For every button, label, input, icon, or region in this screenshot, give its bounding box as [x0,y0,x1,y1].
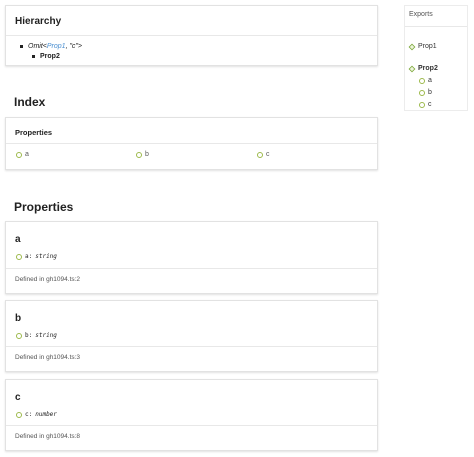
property-title: c [15,392,21,403]
property-icon [16,332,22,339]
interface-icon [408,43,416,50]
sidebar-subitem-label: c [428,101,432,108]
property-icon [16,411,22,418]
omit-prefix: Omit< [28,43,47,50]
index-card: Properties a b c [5,117,378,170]
sidebar-item-prop2[interactable]: Prop2 [408,65,438,72]
bullet-icon [32,54,35,58]
sidebar-subitem-label: a [428,77,432,84]
sidebar-item-label: Prop2 [418,65,438,72]
signature-type: string [35,332,57,339]
interface-icon [408,65,416,72]
index-link-label: c [266,151,270,158]
divider [6,35,377,36]
property-card-c: c c: number Defined in gh1094.ts:8 [5,379,378,451]
property-title: b [15,313,22,324]
prop1-link[interactable]: Prop1 [47,43,66,50]
hierarchy-child-label: Prop2 [40,53,60,60]
sidebar-subitem-label: b [428,89,432,96]
defined-in: Defined in gh1094.ts:8 [15,433,81,440]
index-link-label: b [145,151,149,158]
hierarchy-card: Hierarchy Omit<Prop1, "c"> Prop2 [5,5,378,66]
divider [6,268,377,269]
property-signature: c: number [16,411,57,418]
signature-name: b: [25,332,33,339]
hierarchy-child: Prop2 [32,53,60,60]
hierarchy-title: Hierarchy [15,16,62,27]
defined-in: Defined in gh1094.ts:2 [15,276,81,283]
defined-in: Defined in gh1094.ts:3 [15,354,81,361]
exports-sidebar: Exports Prop1 Prop2 a b c [404,5,468,111]
signature-name: a: [25,253,33,260]
index-heading: Index [14,95,46,109]
divider [405,26,467,27]
sidebar-subitem-c[interactable]: c [419,101,432,108]
property-icon [419,77,425,84]
index-link-a[interactable]: a [16,151,29,158]
property-card-b: b b: string Defined in gh1094.ts:3 [5,300,378,372]
sidebar-item-label: Prop1 [418,43,437,50]
property-card-a: a a: string Defined in gh1094.ts:2 [5,221,378,294]
signature-type: string [35,253,57,260]
sidebar-subitem-b[interactable]: b [419,89,432,96]
property-icon [16,151,22,158]
property-icon [257,151,263,158]
exports-title: Exports [409,11,433,18]
omit-suffix: , "c"> [65,43,83,50]
property-title: a [15,234,21,245]
property-icon [16,253,22,260]
index-link-b[interactable]: b [136,151,149,158]
property-icon [136,151,142,158]
index-link-label: a [25,151,29,158]
property-icon [419,101,425,108]
divider [6,425,377,426]
index-link-c[interactable]: c [257,151,270,158]
signature-type: number [35,411,57,418]
hierarchy-parent: Omit<Prop1, "c"> [20,43,82,50]
divider [6,346,377,347]
property-signature: b: string [16,332,57,339]
index-section-title: Properties [15,128,53,137]
bullet-icon [20,44,23,48]
property-signature: a: string [16,253,57,260]
sidebar-item-prop1[interactable]: Prop1 [408,43,437,50]
property-icon [419,89,425,96]
divider [6,143,377,144]
properties-heading: Properties [14,200,74,214]
signature-name: c: [25,411,33,418]
sidebar-subitem-a[interactable]: a [419,77,432,84]
